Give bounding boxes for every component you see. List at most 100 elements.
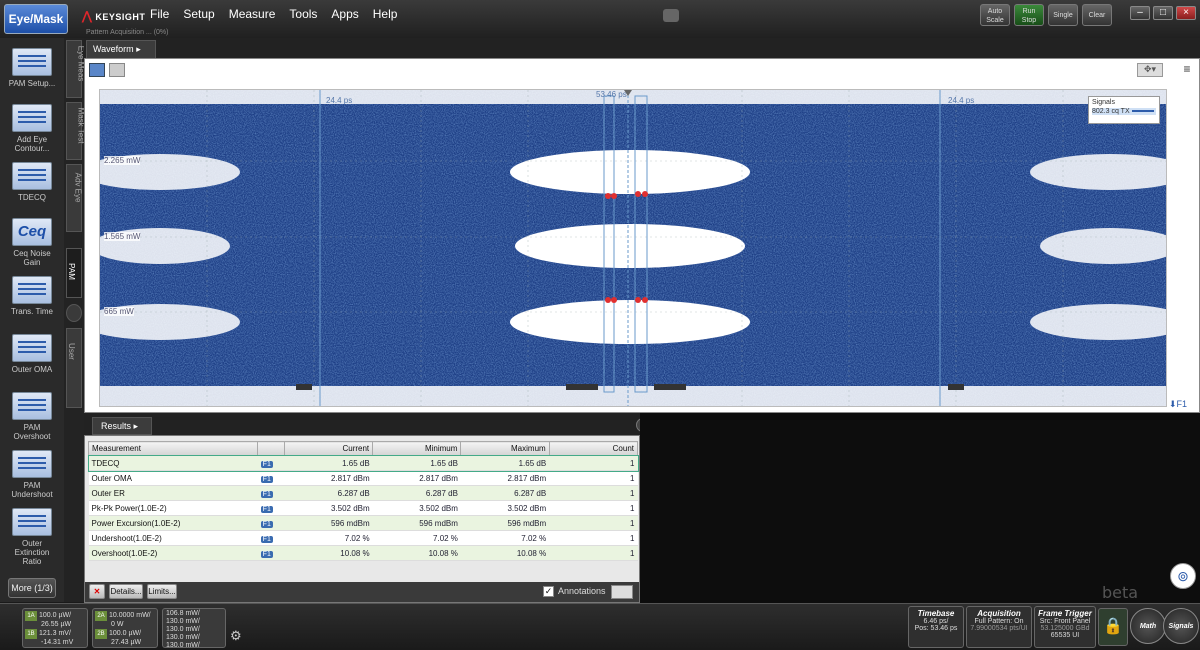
measurement-name: Overshoot(1.0E-2)	[88, 545, 258, 561]
menu-measure[interactable]: Measure	[229, 7, 276, 21]
tab-mask-test[interactable]: Mask Test	[66, 102, 85, 160]
marker-label-left: 24.4 ps	[326, 96, 353, 105]
tab-user[interactable]: User	[66, 328, 82, 408]
menu-tools[interactable]: Tools	[289, 7, 317, 21]
outer-oma-icon	[12, 334, 52, 362]
signals-legend[interactable]: Signals 802.3 cq TX	[1088, 96, 1160, 124]
table-row[interactable]: Outer ER F1 6.287 dB 6.287 dB 6.287 dB 1	[88, 485, 638, 501]
annotations-label: Annotations	[558, 586, 606, 596]
zoom-dropdown-icon[interactable]: ✥▾	[1137, 63, 1163, 77]
count-value: 1	[549, 455, 638, 471]
hamburger-menu-icon[interactable]: ≡	[1179, 63, 1195, 77]
eye-mask-mode-button[interactable]: Eye/Mask	[4, 4, 68, 34]
menu-help[interactable]: Help	[373, 7, 398, 21]
add-eye-contour-tool[interactable]: Add Eye Contour...	[6, 104, 58, 153]
menu-file[interactable]: File	[150, 7, 169, 21]
col-measurement[interactable]: Measurement	[87, 441, 259, 456]
transition-time-tool[interactable]: Trans. Time	[6, 276, 58, 316]
minimum-value: 10.08 %	[372, 545, 461, 561]
signals-button[interactable]: Signals	[1163, 608, 1199, 644]
tab-eye-meas[interactable]: Eye Meas	[66, 40, 85, 98]
math-button[interactable]: Math	[1130, 608, 1166, 644]
single-grid-layout-icon[interactable]	[89, 63, 105, 77]
count-value: 1	[549, 515, 638, 531]
table-row[interactable]: Power Excursion(1.0E-2) F1 596 mdBm 596 mdB…	[88, 515, 638, 531]
ch1a-tag[interactable]: 1A	[25, 611, 37, 621]
tab-waveform[interactable]: Waveform ▸	[86, 40, 156, 58]
function-channels-box[interactable]: 106.8 mW/ 130.0 mW/ 130.0 mW/ 130.0 mW/ …	[162, 608, 226, 649]
extinction-ratio-icon	[12, 508, 52, 536]
legend-entry[interactable]: 802.3 cq TX	[1092, 108, 1156, 115]
clear-button[interactable]: Clear	[1082, 4, 1112, 26]
collapse-chevron-icon[interactable]	[66, 304, 82, 322]
menu-setup[interactable]: Setup	[183, 7, 214, 21]
tab-pam[interactable]: PAM	[66, 248, 82, 298]
tab-arrow-icon[interactable]: ▸	[136, 44, 141, 54]
channel-2-box[interactable]: 2A 10.0000 mW/0 W 2B 100.0 µW/27.43 µW	[92, 608, 158, 648]
current-value: 6.287 dB	[284, 485, 373, 501]
outer-extinction-ratio-tool[interactable]: Outer Extinction Ratio	[6, 508, 58, 566]
measurement-name: Power Excursion(1.0E-2)	[88, 515, 258, 531]
tab-results[interactable]: Results ▸	[92, 417, 152, 435]
waveform-panel: ✥▾ ≡ 24.4 ps 53.46 ps 24.4 ps 2.265 mW 1…	[84, 58, 1200, 413]
minimum-value: 1.65 dB	[372, 455, 461, 471]
camera-icon[interactable]	[663, 9, 679, 22]
ceq-noise-gain-tool[interactable]: Ceq Ceq Noise Gain	[6, 218, 58, 267]
table-row[interactable]: TDECQ F1 1.65 dB 1.65 dB 1.65 dB 1	[87, 454, 639, 472]
lock-icon[interactable]: 🔒	[1098, 608, 1128, 646]
ch2a-tag[interactable]: 2A	[95, 611, 107, 621]
maximize-icon[interactable]: □	[1153, 6, 1173, 20]
help-assist-icon[interactable]: ⊚	[1170, 563, 1196, 589]
annotations-checkbox[interactable]: ✓	[543, 586, 554, 597]
frame-trigger-box[interactable]: Frame Trigger Src: Front Panel 53.125000…	[1034, 606, 1096, 648]
ch1b-tag[interactable]: 1B	[25, 629, 37, 639]
maximum-value: 596 mdBm	[460, 515, 550, 531]
multi-grid-layout-icon[interactable]	[109, 63, 125, 77]
single-button[interactable]: Single	[1048, 4, 1078, 26]
limits-button[interactable]: Limits...	[147, 584, 177, 599]
settings-gear-icon[interactable]: ⚙	[230, 628, 242, 644]
table-row[interactable]: Pk-Pk Power(1.0E-2) F1 3.502 dBm 3.502 dBm 3…	[88, 500, 638, 516]
beta-watermark: beta	[1102, 583, 1139, 602]
more-tools-button[interactable]: More (1/3)	[8, 578, 56, 598]
level-label-top: 2.265 mW	[104, 156, 141, 165]
pam-overshoot-tool[interactable]: PAM Overshoot	[6, 392, 58, 441]
tab-adv-eye[interactable]: Adv Eye	[66, 164, 82, 232]
col-maximum[interactable]: Maximum	[460, 441, 550, 456]
menu-apps[interactable]: Apps	[331, 7, 358, 21]
details-button[interactable]: Details...	[109, 584, 143, 599]
pam-undershoot-tool[interactable]: PAM Undershoot	[6, 450, 58, 499]
legend-title: Signals	[1092, 99, 1115, 106]
auto-scale-button[interactable]: Auto Scale	[980, 4, 1010, 26]
outer-oma-tool[interactable]: Outer OMA	[6, 334, 58, 374]
ch2b-tag[interactable]: 2B	[95, 629, 107, 639]
eye-contour-icon	[12, 104, 52, 132]
count-value: 1	[549, 545, 638, 561]
acquisition-box[interactable]: Acquisition Full Pattern: On 7.99000534 …	[966, 606, 1032, 648]
minimum-value: 7.02 %	[372, 530, 461, 546]
table-row[interactable]: Outer OMA F1 2.817 dBm 2.817 dBm 2.817 dBm 1	[88, 470, 638, 486]
col-minimum[interactable]: Minimum	[372, 441, 462, 456]
pam-overshoot-icon	[12, 392, 52, 420]
channel-1-box[interactable]: 1A 100.0 µW/26.55 µW 1B 121.3 mV/-14.31 mV	[22, 608, 88, 648]
channel-f1-tag[interactable]: ⬇F1	[1169, 399, 1187, 410]
current-value: 596 mdBm	[284, 515, 373, 531]
timebase-box[interactable]: Timebase 6.46 ps/ Pos: 53.46 ps	[908, 606, 964, 648]
ceq-icon: Ceq	[12, 218, 52, 246]
col-current[interactable]: Current	[283, 441, 374, 456]
down-arrow-icon: ⬇	[1169, 399, 1177, 409]
run-stop-button[interactable]: Run Stop	[1014, 4, 1044, 26]
tab-arrow-icon[interactable]: ▸	[134, 421, 139, 431]
delete-measurement-button[interactable]: ✕	[89, 584, 105, 599]
eye-diagram-svg	[100, 90, 1166, 406]
eye-diagram-plot[interactable]: 24.4 ps 53.46 ps 24.4 ps 2.265 mW 1.565 …	[99, 89, 1167, 407]
col-count[interactable]: Count	[548, 441, 639, 456]
tdecq-tool[interactable]: TDECQ	[6, 162, 58, 202]
table-layout-icon[interactable]	[611, 585, 633, 599]
marker-label-center: 53.46 ps	[596, 90, 627, 99]
table-row[interactable]: Undershoot(1.0E-2) F1 7.02 % 7.02 % 7.02 % 1	[88, 530, 638, 546]
minimize-icon[interactable]: –	[1130, 6, 1150, 20]
table-row[interactable]: Overshoot(1.0E-2) F1 10.08 % 10.08 % 10.08 %…	[88, 545, 638, 561]
close-icon[interactable]: ×	[1176, 6, 1196, 20]
pam-setup-tool[interactable]: PAM Setup...	[6, 48, 58, 88]
